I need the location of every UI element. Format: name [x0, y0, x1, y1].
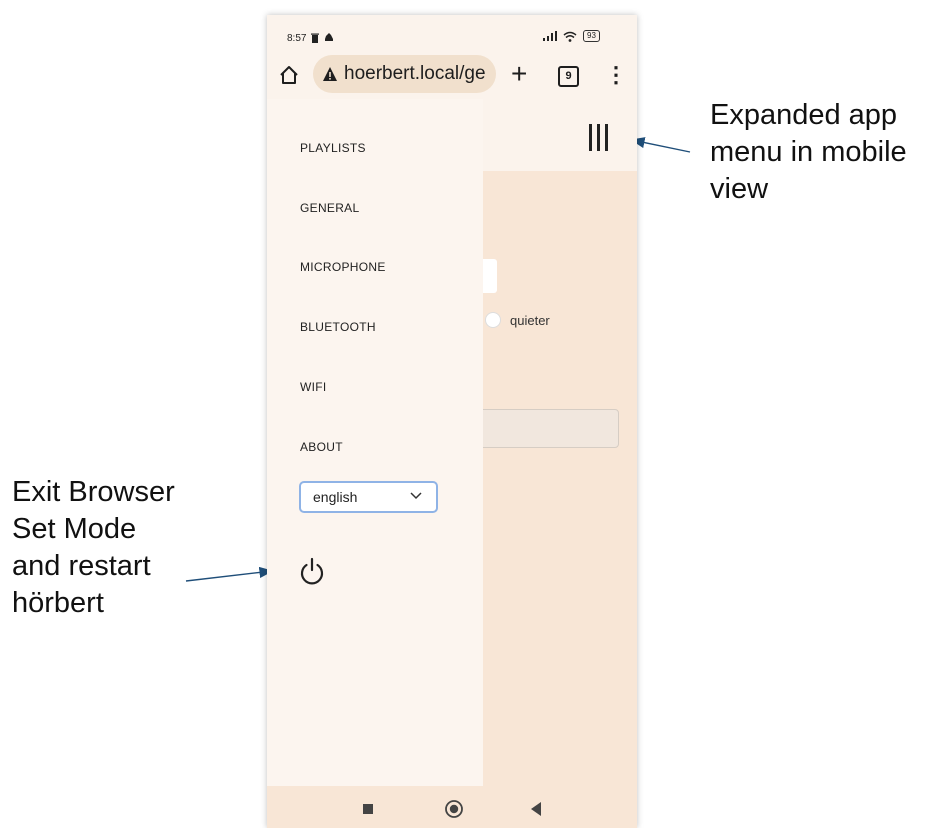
back-icon[interactable] [529, 801, 543, 817]
wifi-icon [563, 31, 577, 42]
hamburger-bar [589, 124, 592, 151]
arrow-to-menu-button [630, 137, 691, 153]
hamburger-icon[interactable] [589, 124, 615, 152]
hamburger-bar [605, 124, 608, 151]
url-text: hoerbert.local/ge [344, 63, 486, 84]
more-menu-button[interactable]: ⋮ [605, 62, 627, 88]
browser-toolbar: hoerbert.local/ge + 9 ⋮ [267, 53, 637, 99]
status-bar: 8:57 93 [267, 15, 637, 53]
power-icon[interactable] [298, 556, 326, 586]
status-right-icons: 93 [543, 30, 600, 42]
app-content-area [483, 171, 637, 786]
chevron-down-icon [410, 492, 422, 500]
menu-item-general[interactable]: GENERAL [300, 201, 359, 215]
annotation-menu-note: Expanded app menu in mobile view [710, 99, 907, 205]
status-time: 8:57 [287, 33, 307, 44]
menu-item-microphone[interactable]: MICROPHONE [300, 260, 386, 274]
android-nav-bar [267, 786, 637, 828]
url-bar[interactable]: hoerbert.local/ge [313, 55, 496, 93]
home-icon[interactable] [444, 799, 464, 819]
annotation-exit-note: Exit Browser Set Mode and restart hörber… [12, 476, 175, 619]
signal-icon [543, 31, 557, 41]
new-tab-button[interactable]: + [511, 60, 527, 88]
quieter-radio-option[interactable]: quieter [485, 312, 550, 328]
navigation-drawer: PLAYLISTS GENERAL MICROPHONE BLUETOOTH W… [267, 99, 483, 786]
menu-item-about[interactable]: ABOUT [300, 440, 343, 454]
recents-icon[interactable] [363, 804, 373, 814]
battery-indicator: 93 [583, 30, 600, 42]
menu-item-bluetooth[interactable]: BLUETOOTH [300, 320, 376, 334]
language-select[interactable]: english [299, 481, 438, 513]
radio-button[interactable] [485, 312, 501, 328]
content-field-partial[interactable] [467, 409, 619, 448]
cloud-icon [325, 33, 333, 41]
tab-count-button[interactable]: 9 [558, 66, 579, 87]
arrow-to-power-button [185, 566, 274, 582]
trash-icon [311, 33, 319, 43]
menu-item-playlists[interactable]: PLAYLISTS [300, 141, 366, 155]
phone-screen: 8:57 93 hoerbert.local/ge + 9 ⋮ quieter … [267, 15, 637, 828]
hamburger-bar [597, 124, 600, 151]
menu-item-wifi[interactable]: WIFI [300, 380, 327, 394]
language-selected-value: english [313, 489, 358, 505]
radio-label: quieter [510, 312, 550, 328]
home-icon[interactable] [278, 64, 300, 86]
warning-icon[interactable] [322, 66, 338, 82]
